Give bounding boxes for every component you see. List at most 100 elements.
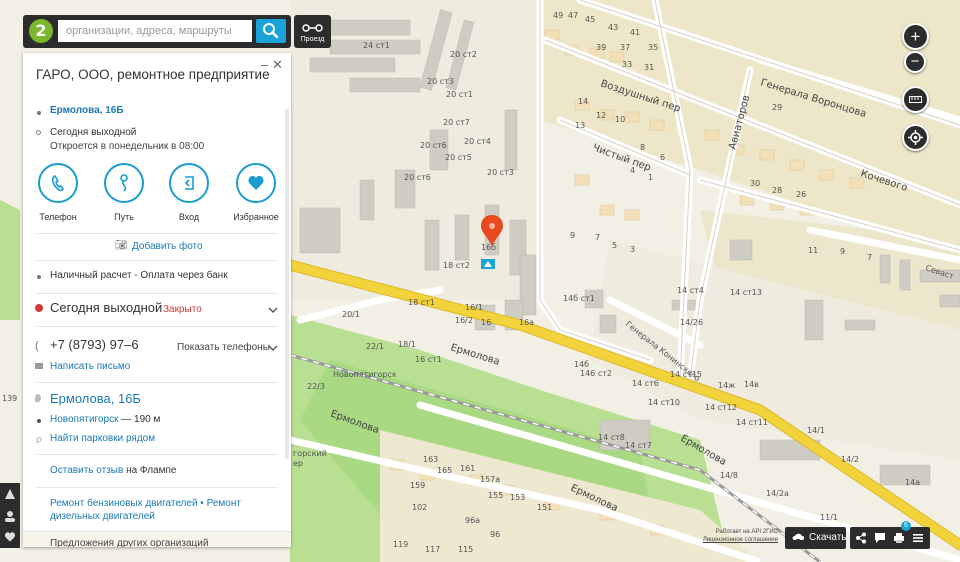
svg-text:5: 5 (612, 241, 617, 250)
payment-dot-icon (37, 275, 41, 279)
locate-button[interactable] (902, 124, 929, 151)
svg-text:6: 6 (660, 153, 665, 162)
svg-text:16: 16 (481, 318, 491, 327)
phone-label: Телефон (39, 212, 77, 222)
parking-icon: P (36, 436, 43, 446)
review-link[interactable]: Оставить отзыв (50, 465, 123, 476)
address-dot-icon (37, 111, 41, 115)
svg-text:ер: ер (293, 459, 303, 468)
ruler-button[interactable] (902, 86, 929, 113)
layers-icon[interactable] (4, 488, 16, 500)
address-link[interactable]: Ермолова, 16Б (50, 105, 124, 116)
svg-text:37: 37 (620, 43, 630, 52)
zoom-out-button[interactable]: − (904, 51, 926, 73)
rubric-link-1[interactable]: Ремонт бензиновых двигателей (50, 498, 198, 509)
svg-text:43: 43 (608, 23, 618, 32)
chevron-down-icon[interactable] (268, 345, 278, 351)
svg-text:20 ст7: 20 ст7 (443, 118, 470, 127)
svg-text:49: 49 (553, 11, 563, 20)
favorite-action[interactable]: Избранное (231, 163, 281, 222)
user-icon[interactable] (4, 510, 16, 522)
svg-text:151: 151 (537, 503, 552, 512)
svg-text:11: 11 (808, 246, 818, 255)
license-link[interactable]: Лицензионное соглашение (688, 536, 778, 544)
svg-text:33: 33 (622, 60, 632, 69)
scrollbar[interactable] (285, 109, 289, 459)
svg-text:16 ст1: 16 ст1 (415, 355, 442, 364)
svg-text:14 ст7: 14 ст7 (625, 441, 652, 450)
svg-text:7: 7 (867, 253, 872, 262)
svg-text:14ж: 14ж (718, 381, 735, 390)
route-action[interactable]: Путь (99, 163, 149, 222)
search-button[interactable] (256, 19, 286, 43)
route-button[interactable]: Проезд (294, 15, 331, 48)
svg-text:13: 13 (575, 121, 585, 130)
find-parking-link[interactable]: Найти парковки рядом (50, 433, 155, 444)
share-icon[interactable] (855, 532, 867, 544)
svg-text:28: 28 (772, 186, 782, 195)
write-letter-link[interactable]: Написать письмо (50, 361, 130, 372)
svg-text:7: 7 (595, 233, 600, 242)
svg-text:20 ст3: 20 ст3 (487, 168, 514, 177)
svg-text:159: 159 (410, 481, 425, 490)
svg-text:22/1: 22/1 (366, 342, 384, 351)
print-icon[interactable] (893, 532, 905, 544)
svg-text:153: 153 (510, 493, 525, 502)
logo[interactable]: 2 (29, 19, 53, 43)
svg-text:45: 45 (585, 15, 595, 24)
download-button[interactable]: Скачать (785, 527, 847, 549)
svg-text:9: 9 (570, 231, 575, 240)
menu-icon[interactable] (912, 532, 924, 544)
svg-text:8: 8 (640, 143, 645, 152)
phone-action[interactable]: Телефон (33, 163, 83, 222)
svg-text:30: 30 (750, 179, 760, 188)
divider (36, 293, 278, 294)
zoom-in-button[interactable]: + (902, 23, 929, 50)
mail-icon (35, 363, 43, 369)
svg-text:20 ст4: 20 ст4 (464, 137, 491, 146)
show-phones-button[interactable]: Показать телефоны (177, 342, 270, 353)
schedule-title[interactable]: Сегодня выходной (50, 300, 162, 315)
info-card: – ✕ ГАРО, ООО, ремонтное предприятие Ерм… (23, 53, 291, 547)
svg-text:20 ст5: 20 ст5 (445, 153, 472, 162)
svg-text:14 ст8: 14 ст8 (598, 433, 625, 442)
stop-link[interactable]: Новопятигорск (50, 414, 118, 425)
svg-text:96: 96 (490, 530, 500, 539)
svg-text:14/1: 14/1 (807, 426, 825, 435)
api-credit[interactable]: Работает на API 2ГИС (688, 528, 778, 536)
svg-text:Новопятигорск: Новопятигорск (333, 370, 397, 379)
phone-number[interactable]: +7 (8793) 97–6 (50, 337, 139, 352)
download-icon (792, 533, 804, 542)
svg-text:14 ст15: 14 ст15 (670, 370, 702, 379)
search-input[interactable] (58, 20, 252, 42)
other-offers-link[interactable]: Предложения других организаций (50, 538, 208, 547)
svg-text:146 ст2: 146 ст2 (580, 369, 612, 378)
hours-status: Сегодня выходной (50, 127, 137, 138)
svg-text:16/2: 16/2 (455, 316, 473, 325)
chevron-down-icon[interactable] (268, 307, 278, 313)
comment-icon[interactable] (874, 532, 886, 544)
close-icon[interactable]: ✕ (272, 57, 283, 73)
svg-text:4: 4 (630, 166, 635, 175)
svg-text:29: 29 (772, 103, 782, 112)
heart-icon[interactable] (4, 531, 16, 543)
svg-text:119: 119 (393, 540, 408, 549)
divider (36, 487, 278, 488)
entrance-action[interactable]: Вход (164, 163, 214, 222)
svg-text:14a: 14a (905, 478, 920, 487)
stop-distance: — 190 м (121, 414, 161, 425)
route-label: Путь (114, 212, 134, 222)
svg-text:18 ст2: 18 ст2 (443, 261, 470, 270)
clock-icon (36, 130, 41, 135)
svg-text:9: 9 (840, 247, 845, 256)
svg-text:14: 14 (578, 97, 588, 106)
address-title-link[interactable]: Ермолова, 16Б (50, 391, 141, 406)
svg-text:20 ст1: 20 ст1 (446, 90, 473, 99)
svg-text:18 ст1: 18 ст1 (408, 298, 435, 307)
divider (36, 382, 278, 383)
notification-badge: 6 (901, 521, 911, 531)
svg-text:14 ст13: 14 ст13 (730, 288, 762, 297)
svg-text:157a: 157a (480, 475, 500, 484)
divider (36, 233, 278, 234)
add-photo-link[interactable]: Добавить фото (132, 241, 203, 252)
